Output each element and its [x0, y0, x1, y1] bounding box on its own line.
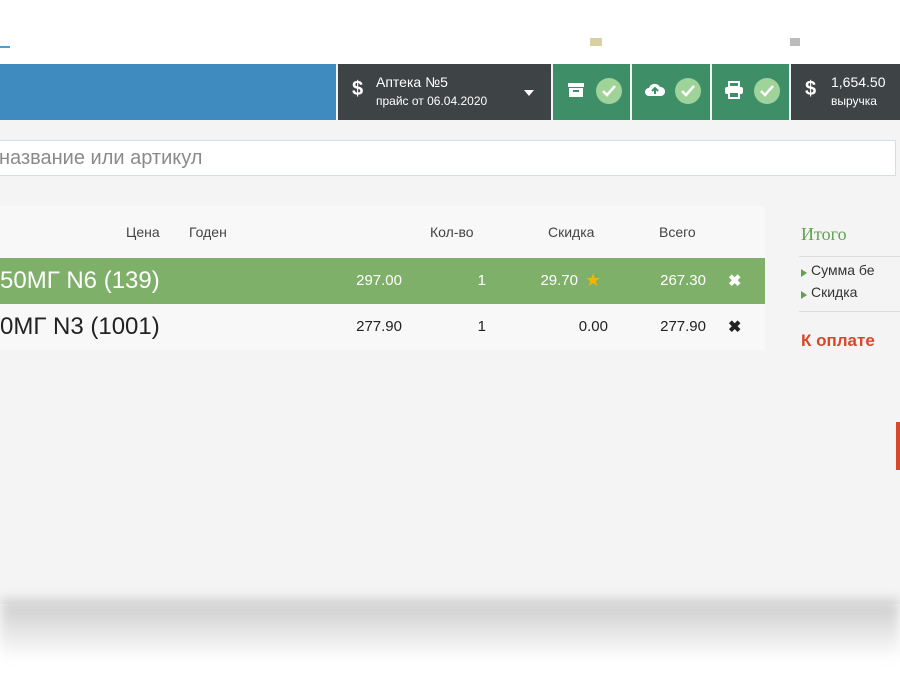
toolbar-blue-area — [0, 64, 336, 120]
pay-button[interactable] — [896, 422, 900, 470]
caret-right-icon — [801, 291, 807, 299]
revenue-value: 1,654.50 — [831, 74, 886, 90]
close-icon[interactable]: ✖ — [728, 271, 741, 291]
caret-right-icon — [801, 269, 807, 277]
pharmacy-name: Аптека №5 — [376, 74, 448, 90]
total-cell: 277.90 — [660, 318, 706, 335]
browser-toolbar-icon[interactable] — [590, 38, 602, 46]
qty-cell[interactable]: 1 — [450, 318, 486, 335]
column-header-total: Всего — [659, 224, 696, 240]
total-cell: 267.30 — [660, 272, 706, 289]
column-header-discount: Скидка — [548, 224, 595, 240]
discount-cell: 29.70 — [540, 272, 578, 289]
column-header-expiry: Годен — [189, 224, 227, 240]
product-name: 0МГ N3 (1001) — [0, 313, 160, 340]
printer-icon — [724, 81, 744, 104]
price-cell: 277.90 — [356, 318, 402, 335]
dollar-icon: $ — [352, 78, 364, 100]
table-row[interactable]: 50МГ N6 (139) 297.00 1 29.70 ★ 267.30 ✖ — [0, 258, 765, 304]
discount-cell: 0.00 — [578, 318, 608, 335]
search-input[interactable] — [0, 140, 896, 176]
chevron-down-icon — [524, 90, 534, 96]
archive-icon — [567, 81, 585, 104]
column-header-qty: Кол-во — [430, 224, 474, 240]
app-window: $ Аптека №5 прайс от 06.04.2020 $ 1,654.… — [0, 38, 900, 604]
top-toolbar: $ Аптека №5 прайс от 06.04.2020 $ 1,654.… — [0, 64, 900, 120]
revenue-label: выручка — [831, 94, 877, 108]
table-row[interactable]: 0МГ N3 (1001) 277.90 1 0.00 277.90 ✖ — [0, 304, 765, 350]
check-icon — [675, 78, 701, 104]
qty-cell[interactable]: 1 — [450, 272, 486, 289]
to-pay-label: К оплате — [801, 331, 875, 350]
price-cell: 297.00 — [356, 272, 402, 289]
window-shadow — [0, 600, 900, 660]
summary-item-subtotal: Сумма бе — [811, 262, 875, 278]
product-name: 50МГ N6 (139) — [0, 267, 160, 294]
pharmacy-selector[interactable]: $ Аптека №5 прайс от 06.04.2020 — [338, 64, 551, 120]
browser-tab-indicator — [0, 42, 10, 48]
archive-status-button[interactable] — [553, 64, 630, 120]
price-date: прайс от 06.04.2020 — [376, 94, 488, 108]
cart-table: Цена Годен Кол-во Скидка Всего 50МГ N6 (… — [0, 206, 765, 350]
revenue-display[interactable]: $ 1,654.50 выручка — [791, 64, 900, 120]
check-icon — [596, 78, 622, 104]
summary-item-discount: Скидка — [811, 284, 858, 300]
column-header-price: Цена — [126, 224, 160, 240]
search-area — [0, 130, 900, 190]
star-icon: ★ — [585, 270, 602, 290]
cloud-upload-icon — [644, 81, 666, 104]
printer-status-button[interactable] — [712, 64, 789, 120]
close-icon[interactable]: ✖ — [728, 317, 741, 337]
dollar-icon: $ — [805, 78, 817, 100]
sync-status-button[interactable] — [632, 64, 710, 120]
summary-title: Итого — [801, 224, 847, 244]
summary-panel: Итого Сумма бе Скидка К оплате — [765, 206, 900, 366]
browser-toolbar-icon[interactable] — [790, 38, 800, 46]
browser-top-strip — [0, 38, 900, 65]
check-icon — [754, 78, 780, 104]
